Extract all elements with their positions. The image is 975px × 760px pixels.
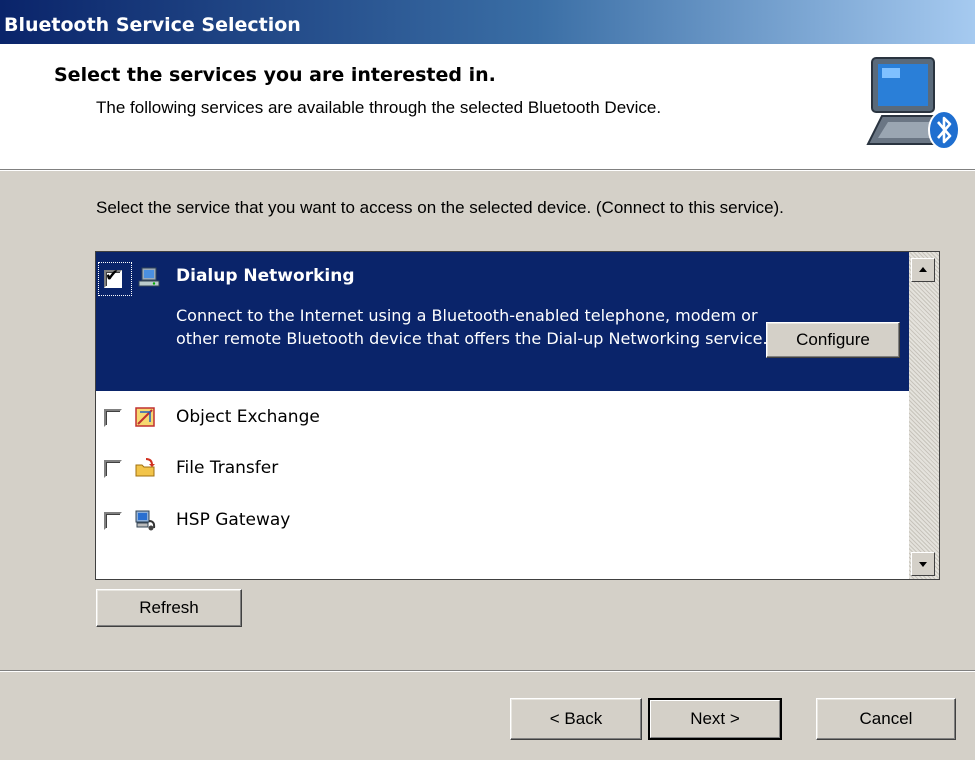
service-name-hsp-gateway: HSP Gateway (176, 510, 291, 530)
vertical-scrollbar[interactable] (909, 252, 939, 579)
file-transfer-icon (135, 458, 155, 477)
service-item-object-exchange[interactable]: Object Exchange (96, 400, 896, 436)
checkbox-file-transfer[interactable] (104, 460, 122, 478)
back-button-label: < Back (549, 709, 603, 728)
service-list[interactable]: ✔ Dialup Networking Connect to the Inter… (95, 251, 940, 580)
service-item-dialup-networking[interactable]: ✔ Dialup Networking Connect to the Inter… (96, 252, 910, 391)
service-name-object-exchange: Object Exchange (176, 407, 320, 427)
cancel-button[interactable]: Cancel (816, 698, 956, 740)
wizard-header: Select the services you are interested i… (0, 44, 975, 170)
next-button-label: Next > (690, 709, 740, 728)
checkbox-dialup-networking[interactable]: ✔ (104, 266, 122, 288)
instructions-text: Select the service that you want to acce… (96, 198, 784, 217)
next-button[interactable]: Next > (648, 698, 782, 740)
object-exchange-icon (135, 407, 155, 427)
title-bar: Bluetooth Service Selection (0, 0, 975, 44)
triangle-down-icon (919, 562, 927, 567)
checkbox-hsp-gateway[interactable] (104, 512, 122, 530)
service-item-hsp-gateway[interactable]: HSP Gateway (96, 504, 896, 540)
service-name-dialup-networking: Dialup Networking (176, 266, 355, 286)
configure-button-label: Configure (796, 330, 870, 349)
footer-divider-highlight (0, 671, 975, 672)
service-item-file-transfer[interactable]: File Transfer (96, 452, 896, 488)
cancel-button-label: Cancel (859, 709, 913, 728)
checkbox-object-exchange[interactable] (104, 409, 122, 427)
dialup-networking-icon (138, 267, 160, 287)
header-subtitle: The following services are available thr… (96, 98, 662, 117)
bluetooth-computer-icon (866, 57, 960, 150)
configure-button[interactable]: Configure (766, 322, 900, 358)
hsp-gateway-icon (135, 510, 156, 531)
window-title: Bluetooth Service Selection (4, 14, 301, 36)
scroll-down-button[interactable] (911, 552, 935, 576)
back-button[interactable]: < Back (510, 698, 642, 740)
header-divider (0, 170, 975, 171)
scroll-up-button[interactable] (911, 258, 935, 282)
refresh-button[interactable]: Refresh (96, 589, 242, 627)
service-description-dialup-networking: Connect to the Internet using a Bluetoot… (176, 306, 768, 348)
refresh-button-label: Refresh (139, 598, 199, 617)
triangle-up-icon (919, 267, 927, 272)
header-title: Select the services you are interested i… (54, 64, 496, 86)
service-name-file-transfer: File Transfer (176, 458, 279, 478)
checkmark-icon: ✔ (105, 266, 120, 286)
